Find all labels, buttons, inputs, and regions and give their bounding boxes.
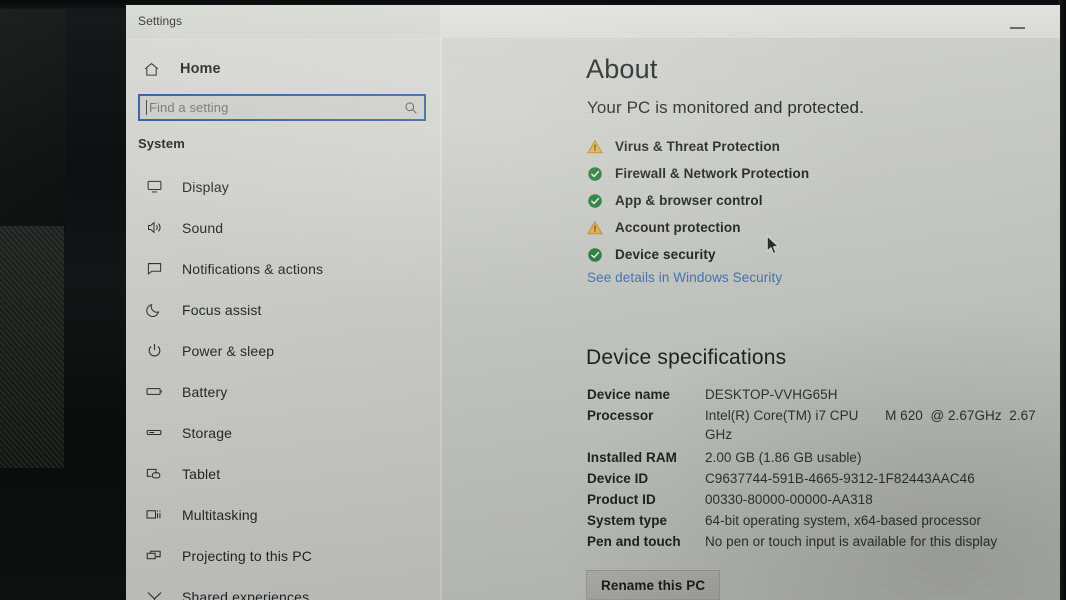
battery-icon xyxy=(138,383,170,400)
spec-value: 00330-80000-00000-AA318 xyxy=(705,492,873,507)
search-input[interactable]: Find a setting xyxy=(138,94,426,121)
spec-value: 2.00 GB (1.86 GB usable) xyxy=(705,450,862,465)
speaker-icon xyxy=(138,219,170,236)
sidebar-item-projecting-to-this-pc[interactable]: Projecting to this PC xyxy=(126,535,440,576)
sidebar-item-storage[interactable]: Storage xyxy=(126,412,440,453)
search-placeholder: Find a setting xyxy=(149,100,229,115)
spec-row-device-name: Device name DESKTOP-VVHG65H xyxy=(587,385,1057,404)
spec-key: Processor xyxy=(587,408,654,423)
sidebar-item-home[interactable]: Home xyxy=(136,52,426,86)
sidebar-item-focus-assist[interactable]: Focus assist xyxy=(126,289,440,330)
sidebar-item-label: Power & sleep xyxy=(182,342,275,359)
security-item-label: Account protection xyxy=(615,220,741,235)
sidebar-item-label: Tablet xyxy=(182,465,221,482)
security-status-list: Virus & Threat Protection Firewall & Net… xyxy=(587,133,1037,268)
photographed-screen: Settings Home Find a setting System Disp… xyxy=(0,0,1066,600)
monitor-icon xyxy=(138,178,170,195)
sidebar-item-label: Multitasking xyxy=(182,506,258,523)
background-fabric xyxy=(0,226,64,468)
sidebar-item-multitasking[interactable]: Multitasking xyxy=(126,494,440,535)
rename-this-pc-button[interactable]: Rename this PC xyxy=(586,570,721,600)
spec-row-installed-ram: Installed RAM 2.00 GB (1.86 GB usable) xyxy=(587,448,1057,467)
spec-row-product-id: Product ID 00330-80000-00000-AA318 xyxy=(587,490,1057,509)
security-item-app-browser-control[interactable]: App & browser control xyxy=(587,187,1037,214)
security-item-label: App & browser control xyxy=(615,193,763,208)
desk-background-left xyxy=(0,0,126,600)
spec-row-device-id: Device ID C9637744-591B-4665-9312-1F8244… xyxy=(587,469,1057,488)
see-details-link[interactable]: See details in Windows Security xyxy=(587,270,782,285)
title-bar: Settings xyxy=(126,5,1060,38)
power-icon xyxy=(138,342,170,359)
warning-triangle-icon xyxy=(587,139,609,155)
sidebar-item-label: Notifications & actions xyxy=(182,260,324,277)
sidebar: Home Find a setting System Display Sound… xyxy=(126,38,440,600)
spec-key: Product ID xyxy=(587,492,656,507)
sidebar-item-label: Battery xyxy=(182,383,228,400)
multitasking-icon xyxy=(138,506,170,523)
share-icon xyxy=(138,588,170,600)
spec-value: Intel(R) Core(TM) i7 CPU M 620 @ 2.67GHz… xyxy=(705,408,1040,442)
sidebar-item-battery[interactable]: Battery xyxy=(126,371,440,412)
spec-key: Installed RAM xyxy=(587,450,677,465)
security-item-firewall-network-protection[interactable]: Firewall & Network Protection xyxy=(587,160,1037,187)
check-circle-icon xyxy=(587,247,609,263)
project-icon xyxy=(138,547,170,564)
spec-row-pen-and-touch: Pen and touch No pen or touch input is a… xyxy=(587,532,1057,551)
spec-value: C9637744-591B-4665-9312-1F82443AAC46 xyxy=(705,471,975,486)
check-circle-icon xyxy=(587,193,609,209)
sidebar-item-label: Sound xyxy=(182,219,224,236)
security-item-virus-threat-protection[interactable]: Virus & Threat Protection xyxy=(587,133,1037,160)
settings-window: Settings Home Find a setting System Disp… xyxy=(126,5,1060,600)
spec-value: 64-bit operating system, x64-based proce… xyxy=(705,513,982,528)
sidebar-item-display[interactable]: Display xyxy=(126,166,440,207)
search-icon[interactable] xyxy=(404,101,418,115)
security-item-account-protection[interactable]: Account protection xyxy=(587,214,1037,241)
home-icon xyxy=(136,61,166,78)
window-title: Settings xyxy=(138,14,183,28)
chat-bubble-icon xyxy=(138,260,170,277)
page-title: About xyxy=(586,54,658,84)
sidebar-section-label: System xyxy=(138,136,185,151)
spec-value: DESKTOP-VVHG65H xyxy=(705,387,838,402)
security-item-label: Device security xyxy=(615,247,716,262)
sidebar-nav-list: Display Sound Notifications & actions Fo… xyxy=(126,166,440,600)
sidebar-item-label: Storage xyxy=(182,424,233,441)
spec-key: Pen and touch xyxy=(587,534,681,549)
moon-icon xyxy=(138,301,170,318)
protection-headline: Your PC is monitored and protected. xyxy=(587,98,864,117)
sidebar-item-label: Focus assist xyxy=(182,301,262,318)
spec-key: Device name xyxy=(587,387,671,402)
warning-triangle-icon xyxy=(587,220,609,236)
spec-row-processor: Processor Intel(R) Core(TM) i7 CPU M 620… xyxy=(587,406,1057,444)
sidebar-item-notifications-actions[interactable]: Notifications & actions xyxy=(126,248,440,289)
check-circle-icon xyxy=(587,166,609,182)
sidebar-item-power-sleep[interactable]: Power & sleep xyxy=(126,330,440,371)
spec-value: No pen or touch input is available for t… xyxy=(705,534,998,549)
security-item-label: Virus & Threat Protection xyxy=(615,139,781,154)
content-pane: About Your PC is monitored and protected… xyxy=(440,38,1060,600)
sidebar-item-home-label: Home xyxy=(180,61,221,77)
sidebar-item-label: Projecting to this PC xyxy=(182,547,312,564)
pane-divider xyxy=(440,38,442,600)
background-panel xyxy=(0,0,66,232)
spec-key: System type xyxy=(587,513,668,528)
tablet-icon xyxy=(138,465,170,482)
device-specifications-title: Device specifications xyxy=(586,346,787,369)
spec-row-system-type: System type 64-bit operating system, x64… xyxy=(587,511,1057,530)
sidebar-item-sound[interactable]: Sound xyxy=(126,207,440,248)
sidebar-item-label: Display xyxy=(182,178,229,195)
drive-icon xyxy=(138,424,170,441)
device-specifications-table: Device name DESKTOP-VVHG65H Processor In… xyxy=(587,385,1057,553)
sidebar-item-shared-experiences[interactable]: Shared experiences xyxy=(126,576,440,600)
security-item-device-security[interactable]: Device security xyxy=(587,241,1037,268)
security-item-label: Firewall & Network Protection xyxy=(615,166,810,181)
text-caret xyxy=(146,100,147,115)
minimize-button[interactable] xyxy=(998,5,1038,38)
spec-key: Device ID xyxy=(587,471,649,486)
sidebar-item-tablet[interactable]: Tablet xyxy=(126,453,440,494)
sidebar-item-label: Shared experiences xyxy=(182,588,310,600)
minimize-icon xyxy=(1010,27,1025,29)
